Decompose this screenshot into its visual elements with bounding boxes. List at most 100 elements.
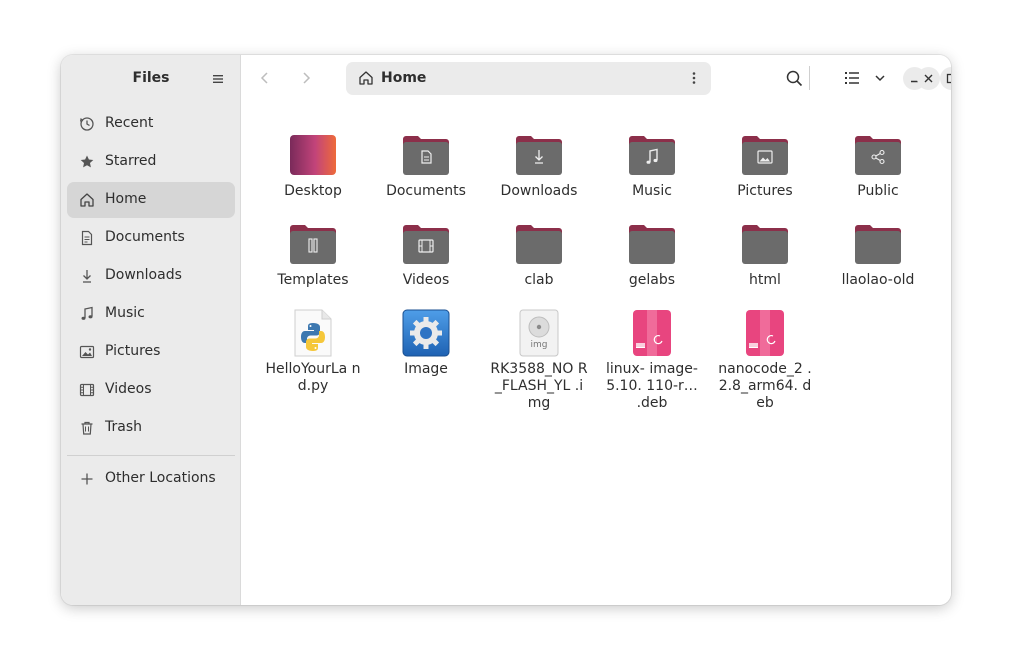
file-item-llaolao-old[interactable]: llaolao-old bbox=[828, 220, 928, 289]
file-item-linux-image-deb[interactable]: linux- image-5.10. 110-r… .deb bbox=[602, 309, 702, 412]
sidebar-item-label: Trash bbox=[105, 419, 142, 435]
home-icon bbox=[79, 192, 95, 208]
forward-button[interactable] bbox=[294, 66, 318, 90]
sidebar-item-documents[interactable]: Documents bbox=[67, 220, 235, 256]
home-icon bbox=[358, 70, 374, 86]
sidebar-item-label: Documents bbox=[105, 229, 185, 245]
sidebar-item-trash[interactable]: Trash bbox=[67, 410, 235, 446]
file-item-clab[interactable]: clab bbox=[489, 220, 589, 289]
main-menu-icon[interactable] bbox=[210, 71, 226, 85]
python-file-icon bbox=[289, 309, 337, 357]
file-item-rk3588-img[interactable]: img RK3588_NO R_FLASH_YL .img bbox=[489, 309, 589, 412]
view-button-divider bbox=[809, 66, 810, 90]
search-icon bbox=[786, 70, 803, 87]
sidebar-item-starred[interactable]: Starred bbox=[67, 144, 235, 180]
file-name: linux- image-5.10. 110-r… .deb bbox=[606, 361, 698, 411]
sidebar-item-label: Downloads bbox=[105, 267, 182, 283]
current-path-label: Home bbox=[381, 70, 427, 86]
sidebar-item-downloads[interactable]: Downloads bbox=[67, 258, 235, 294]
public-folder-icon bbox=[854, 131, 902, 179]
sidebar-item-label: Recent bbox=[105, 115, 154, 131]
file-name: Videos bbox=[402, 272, 450, 288]
file-item-templates[interactable]: Templates bbox=[263, 220, 363, 289]
file-name: Music bbox=[632, 183, 672, 199]
chevron-down-icon bbox=[875, 75, 885, 82]
sidebar-item-home[interactable]: Home bbox=[67, 182, 235, 218]
file-item-public[interactable]: Public bbox=[828, 131, 928, 200]
debian-package-icon bbox=[628, 309, 676, 357]
location-bar[interactable]: Home bbox=[346, 62, 711, 95]
file-item-music[interactable]: Music bbox=[602, 131, 702, 200]
sidebar-item-other-locations[interactable]: Other Locations bbox=[67, 461, 235, 497]
file-item-image[interactable]: Image bbox=[376, 309, 476, 378]
file-name: nanocode_2 .2.8_arm64. deb bbox=[718, 361, 812, 411]
file-item-nanocode-deb[interactable]: nanocode_2 .2.8_arm64. deb bbox=[715, 309, 815, 412]
sidebar-item-videos[interactable]: Videos bbox=[67, 372, 235, 408]
templates-folder-icon bbox=[289, 220, 337, 268]
view-list-button[interactable] bbox=[840, 66, 864, 90]
search-button[interactable] bbox=[782, 66, 806, 90]
sidebar-item-music[interactable]: Music bbox=[67, 296, 235, 332]
download-icon bbox=[79, 268, 95, 284]
film-icon bbox=[79, 382, 95, 398]
sidebar-item-label: Videos bbox=[105, 381, 152, 397]
close-icon bbox=[924, 74, 933, 83]
file-name: html bbox=[749, 272, 781, 288]
sidebar-header: Files bbox=[61, 55, 241, 101]
image-icon bbox=[79, 344, 95, 360]
folder-icon bbox=[515, 220, 563, 268]
file-name: gelabs bbox=[628, 272, 676, 288]
file-item-desktop[interactable]: Desktop bbox=[263, 131, 363, 200]
music-note-icon bbox=[79, 306, 95, 322]
file-name: Downloads bbox=[500, 183, 578, 199]
file-name: RK3588_NO R_FLASH_YL .img bbox=[490, 361, 588, 411]
folder-icon bbox=[741, 220, 789, 268]
file-name: Public bbox=[857, 183, 899, 199]
folder-icon bbox=[628, 220, 676, 268]
file-name: Pictures bbox=[737, 183, 793, 199]
pictures-folder-icon bbox=[741, 131, 789, 179]
file-name: Desktop bbox=[284, 183, 342, 199]
back-button[interactable] bbox=[253, 66, 277, 90]
file-name: clab bbox=[524, 272, 554, 288]
sidebar-item-label: Home bbox=[105, 191, 147, 207]
downloads-folder-icon bbox=[515, 131, 563, 179]
file-item-documents[interactable]: Documents bbox=[376, 131, 476, 200]
files-window: Files Recent Starred Home Documents Down… bbox=[61, 55, 951, 605]
maximize-button[interactable] bbox=[940, 67, 951, 90]
file-item-helloyourland-py[interactable]: HelloYourLa nd.py bbox=[263, 309, 363, 395]
clock-icon bbox=[79, 116, 95, 132]
list-view-icon bbox=[845, 72, 859, 84]
main-pane: Home Desktop Documents Downloads Music P… bbox=[242, 55, 951, 605]
img-badge-label: img bbox=[530, 340, 548, 350]
close-button[interactable] bbox=[917, 67, 940, 90]
file-item-videos[interactable]: Videos bbox=[376, 220, 476, 289]
more-options-icon[interactable] bbox=[686, 70, 702, 86]
star-icon bbox=[79, 154, 95, 170]
trash-icon bbox=[79, 420, 95, 436]
file-item-pictures[interactable]: Pictures bbox=[715, 131, 815, 200]
sidebar-divider bbox=[67, 455, 235, 456]
documents-folder-icon bbox=[402, 131, 450, 179]
view-options-button[interactable] bbox=[868, 66, 892, 90]
disk-image-icon: img bbox=[515, 309, 563, 357]
document-icon bbox=[79, 230, 95, 246]
settings-gear-icon bbox=[402, 309, 450, 357]
debian-package-icon bbox=[741, 309, 789, 357]
chevron-left-icon bbox=[260, 72, 268, 84]
sidebar-item-label: Pictures bbox=[105, 343, 161, 359]
file-grid: Desktop Documents Downloads Music Pictur… bbox=[242, 101, 951, 605]
file-item-downloads[interactable]: Downloads bbox=[489, 131, 589, 200]
sidebar-item-label: Other Locations bbox=[105, 470, 216, 486]
sidebar-item-label: Starred bbox=[105, 153, 157, 169]
file-name: Documents bbox=[386, 183, 466, 199]
desktop-folder-icon bbox=[289, 131, 337, 179]
file-item-gelabs[interactable]: gelabs bbox=[602, 220, 702, 289]
sidebar: Files Recent Starred Home Documents Down… bbox=[61, 55, 241, 605]
music-folder-icon bbox=[628, 131, 676, 179]
sidebar-item-pictures[interactable]: Pictures bbox=[67, 334, 235, 370]
file-name: Image bbox=[404, 361, 448, 377]
header-bar: Home bbox=[242, 55, 951, 101]
file-item-html[interactable]: html bbox=[715, 220, 815, 289]
sidebar-item-recent[interactable]: Recent bbox=[67, 106, 235, 142]
